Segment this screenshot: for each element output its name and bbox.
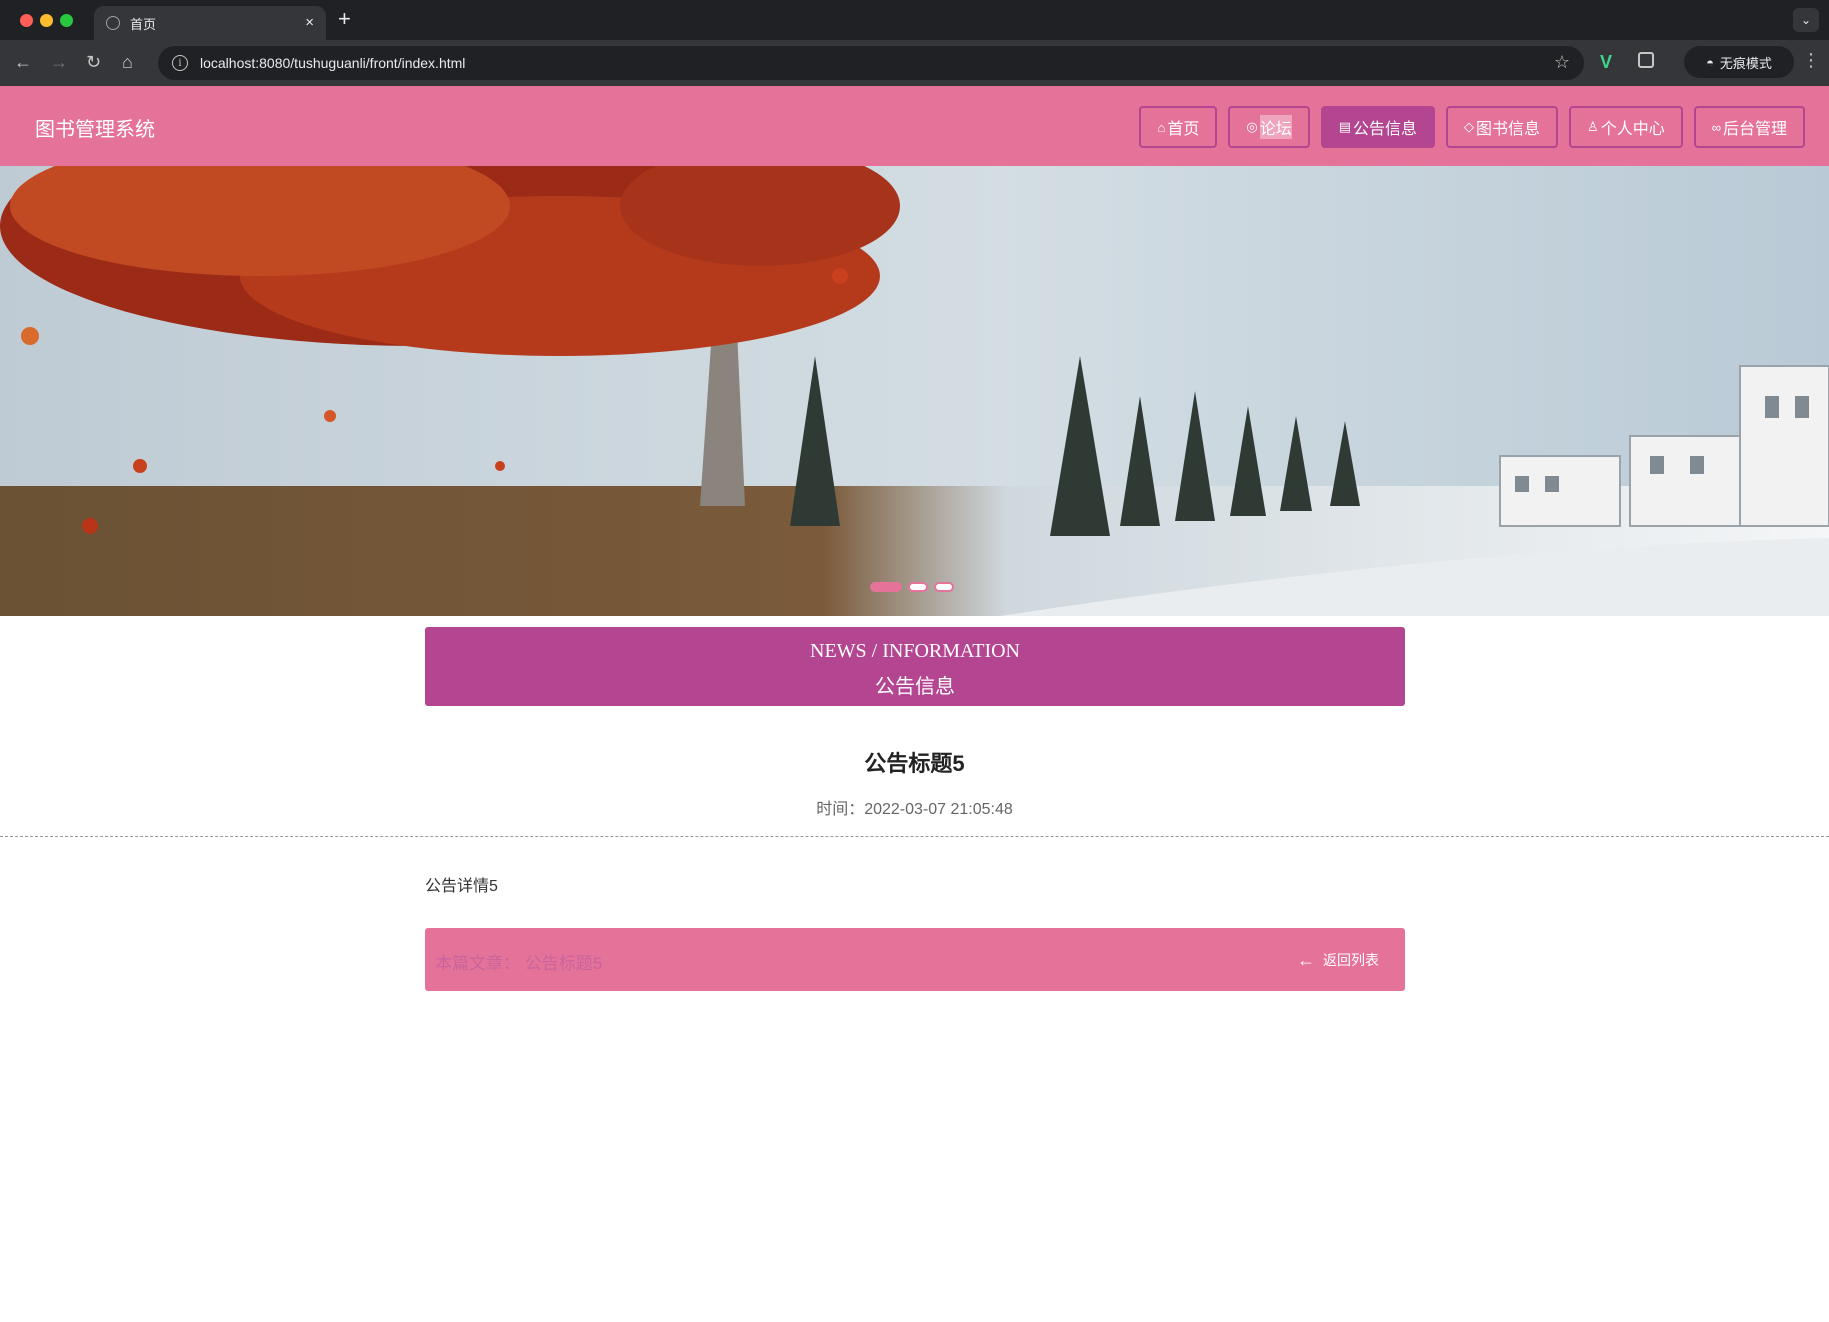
nav-forum-label: 论坛 — [1259, 115, 1292, 139]
nav-books[interactable]: ◇ 图书信息 — [1446, 106, 1559, 148]
this-article-label: 本篇文章： 公告标题5 — [435, 954, 603, 973]
arrow-left-icon: ← — [1297, 950, 1315, 970]
new-tab-button[interactable]: + — [338, 8, 351, 30]
nav-announcements-label: 公告信息 — [1353, 121, 1418, 138]
vue-devtools-icon[interactable]: V — [1600, 52, 1612, 73]
nav-forum[interactable]: ◎ 论坛 — [1228, 106, 1310, 148]
printer-icon: ▤ — [1338, 119, 1351, 134]
reload-icon[interactable]: ↻ — [86, 52, 101, 72]
site-title: 图书管理系统 — [35, 119, 155, 141]
forward-icon[interactable]: → — [50, 52, 68, 72]
minimize-window-button[interactable] — [40, 14, 53, 27]
browser-tab[interactable]: 首页 × — [94, 6, 326, 40]
article-title: 公告标题5 — [864, 751, 965, 776]
carousel-indicators — [870, 582, 954, 592]
browser-tab-strip: 首页 × + ⌄ — [0, 0, 1829, 40]
home-icon[interactable]: ⌂ — [122, 52, 133, 72]
nav-admin[interactable]: ∞ 后台管理 — [1693, 106, 1805, 148]
carousel-dot-3[interactable] — [934, 582, 954, 592]
incognito-icon: ◓ — [1706, 54, 1714, 70]
url-text[interactable]: localhost:8080/tushuguanli/front/index.h… — [200, 55, 465, 71]
article-body: 公告详情5 — [425, 878, 498, 895]
carousel-dot-1[interactable] — [870, 582, 902, 592]
nav-home-label: 首页 — [1167, 121, 1200, 138]
banner-carousel[interactable] — [0, 166, 1829, 616]
home-icon: ⌂ — [1157, 119, 1166, 135]
carousel-dot-2[interactable] — [908, 582, 928, 592]
back-icon[interactable]: ← — [14, 52, 32, 72]
nav-home[interactable]: ⌂ 首页 — [1139, 106, 1218, 148]
close-tab-icon[interactable]: × — [305, 14, 314, 31]
back-to-list-link[interactable]: ← 返回列表 — [1297, 950, 1379, 970]
section-heading: NEWS / INFORMATION 公告信息 — [425, 627, 1405, 706]
nav-admin-label: 后台管理 — [1722, 121, 1787, 138]
nav-profile-label: 个人中心 — [1600, 121, 1665, 138]
bookmark-star-icon[interactable]: ☆ — [1554, 52, 1570, 73]
link-icon: ∞ — [1711, 119, 1721, 135]
browser-menu-icon[interactable]: ⋮ — [1802, 50, 1820, 71]
tag-icon: ◇ — [1464, 119, 1475, 134]
maximize-window-button[interactable] — [60, 14, 73, 27]
globe-icon — [106, 16, 120, 30]
close-window-button[interactable] — [20, 14, 33, 27]
incognito-indicator[interactable]: ◓ 无痕模式 — [1684, 46, 1794, 78]
section-heading-en: NEWS / INFORMATION — [810, 640, 1020, 662]
extensions-icon[interactable] — [1638, 52, 1654, 68]
nav-announcements[interactable]: ▤ 公告信息 — [1320, 106, 1436, 148]
tab-search-button[interactable]: ⌄ — [1793, 8, 1819, 32]
main-nav: ⌂ 首页 ◎ 论坛 ▤ 公告信息 ◇ 图书信息 ♙ 个人中心 ∞ 后台管理 — [1139, 106, 1805, 148]
section-heading-zh: 公告信息 — [875, 674, 955, 698]
nav-profile[interactable]: ♙ 个人中心 — [1569, 106, 1683, 148]
nav-books-label: 图书信息 — [1476, 121, 1541, 138]
globe-icon: ◎ — [1246, 119, 1258, 134]
address-bar[interactable]: i localhost:8080/tushuguanli/front/index… — [158, 46, 1584, 80]
site-header: 图书管理系统 ⌂ 首页 ◎ 论坛 ▤ 公告信息 ◇ 图书信息 ♙ 个人中心 ∞ … — [0, 86, 1829, 166]
browser-toolbar: ← → ↻ ⌂ i localhost:8080/tushuguanli/fro… — [0, 40, 1829, 86]
article-divider — [0, 836, 1829, 837]
browser-tab-title: 首页 — [130, 16, 157, 32]
banner-image — [0, 166, 1829, 616]
article-time: 时间：2022-03-07 21:05:48 — [816, 801, 1013, 818]
article-footer-bar: 本篇文章： 公告标题5 ← 返回列表 — [425, 928, 1405, 991]
user-icon: ♙ — [1587, 119, 1599, 134]
site-info-icon[interactable]: i — [172, 55, 188, 71]
back-to-list-label: 返回列表 — [1323, 952, 1379, 968]
incognito-label: 无痕模式 — [1719, 55, 1772, 71]
